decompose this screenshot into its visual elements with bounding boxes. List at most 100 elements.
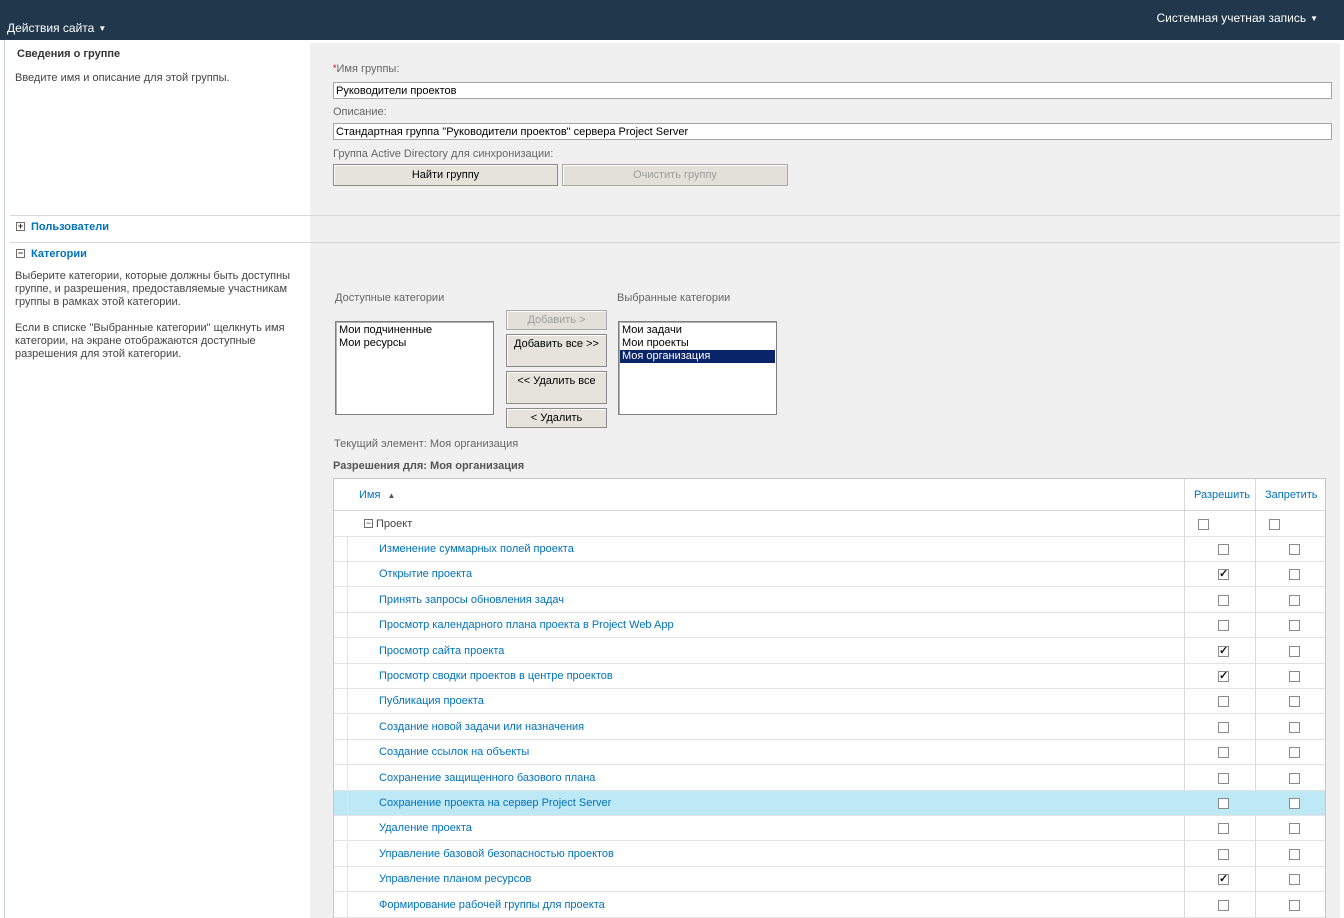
allow-checkbox[interactable]: [1218, 567, 1229, 581]
group-name-input[interactable]: [333, 82, 1332, 99]
add-all-button[interactable]: Добавить все >>: [506, 334, 607, 367]
allow-checkbox[interactable]: [1218, 594, 1229, 606]
allow-checkbox[interactable]: [1218, 823, 1229, 835]
categories-description-1: Выберите категории, которые должны быть …: [15, 270, 291, 308]
collapse-icon[interactable]: −: [364, 519, 373, 528]
deny-checkbox[interactable]: [1289, 569, 1300, 581]
ad-group-label: Группа Active Directory для синхронизаци…: [333, 148, 554, 160]
table-row: Управление базовой безопасностью проекто…: [334, 841, 1325, 867]
left-border: [4, 40, 5, 918]
add-button[interactable]: Добавить >: [506, 310, 607, 330]
available-categories-list[interactable]: Мои подчиненные Мои ресурсы: [335, 321, 494, 415]
account-menu[interactable]: Системная учетная запись ▼: [1157, 11, 1319, 25]
deny-checkbox[interactable]: [1289, 645, 1300, 657]
description-input[interactable]: [333, 123, 1332, 140]
deny-checkbox[interactable]: [1289, 594, 1300, 606]
table-row: Создание новой задачи или назначения: [334, 714, 1325, 740]
users-section-toggle[interactable]: + Пользователи: [16, 221, 109, 233]
list-item[interactable]: Мои подчиненные: [337, 324, 492, 337]
list-item[interactable]: Мои ресурсы: [337, 337, 492, 350]
selected-categories-label: Выбранные категории: [617, 292, 731, 304]
allow-checkbox[interactable]: [1218, 899, 1229, 911]
row-indent: [334, 841, 348, 866]
column-header-deny[interactable]: Запретить: [1265, 489, 1318, 501]
table-row: Формирование рабочей группы для проекта: [334, 892, 1325, 918]
allow-checkbox[interactable]: [1218, 721, 1229, 733]
table-row: Сохранение защищенного базового плана: [334, 765, 1325, 791]
allow-all-checkbox[interactable]: [1198, 519, 1209, 530]
deny-checkbox[interactable]: [1289, 544, 1300, 555]
clear-group-button[interactable]: Очистить группу: [562, 164, 788, 186]
deny-checkbox[interactable]: [1289, 772, 1300, 784]
row-indent: [334, 892, 348, 917]
sort-ascending-icon: ▲: [387, 491, 396, 500]
group-row-project: − Проект: [334, 512, 1325, 537]
table-row: Изменение суммарных полей проекта: [334, 537, 1325, 562]
allow-checkbox[interactable]: [1218, 798, 1229, 809]
collapse-icon: −: [16, 248, 25, 258]
allow-checkbox[interactable]: [1218, 696, 1229, 708]
row-indent: [334, 740, 348, 765]
deny-checkbox[interactable]: [1289, 798, 1300, 809]
remove-all-button[interactable]: << Удалить все: [506, 371, 607, 404]
row-indent: [334, 613, 348, 638]
list-item-selected[interactable]: Моя организация: [620, 350, 775, 363]
permission-name: Сохранение защищенного базового плана: [379, 771, 596, 784]
allow-checkbox[interactable]: [1218, 747, 1229, 759]
deny-checkbox[interactable]: [1289, 696, 1300, 708]
allow-checkbox[interactable]: [1218, 848, 1229, 860]
allow-checkbox[interactable]: [1218, 872, 1229, 886]
divider: [10, 242, 1340, 243]
table-row: Удаление проекта: [334, 816, 1325, 842]
row-indent: [334, 587, 348, 612]
deny-checkbox[interactable]: [1289, 620, 1300, 632]
selected-categories-list[interactable]: Мои задачи Мои проекты Моя организация: [618, 321, 777, 415]
row-indent: [334, 689, 348, 714]
permission-name: Создание ссылок на объекты: [379, 746, 530, 759]
table-row: Публикация проекта: [334, 689, 1325, 715]
allow-checkbox[interactable]: [1218, 544, 1229, 555]
deny-checkbox[interactable]: [1289, 671, 1300, 682]
group-row-label: Проект: [376, 518, 413, 530]
find-group-button[interactable]: Найти группу: [333, 164, 558, 186]
permission-name: Удаление проекта: [379, 822, 472, 835]
group-info-description: Введите имя и описание для этой группы.: [15, 72, 230, 84]
table-row: Просмотр сводки проектов в центре проект…: [334, 664, 1325, 689]
deny-checkbox[interactable]: [1289, 823, 1300, 835]
list-item[interactable]: Мои проекты: [620, 337, 775, 350]
group-name-label: *Имя группы:: [333, 63, 399, 75]
table-row: Принять запросы обновления задач: [334, 587, 1325, 613]
deny-checkbox[interactable]: [1289, 721, 1300, 733]
allow-checkbox[interactable]: [1218, 620, 1229, 632]
row-indent: [334, 562, 348, 587]
table-row: Управление планом ресурсов: [334, 867, 1325, 893]
permissions-for-value: Моя организация: [430, 460, 525, 472]
permissions-grid: Имя ▲ Разрешить Запретить − Проект Измен…: [333, 478, 1326, 918]
deny-checkbox[interactable]: [1289, 747, 1300, 759]
deny-checkbox[interactable]: [1289, 848, 1300, 860]
deny-all-checkbox[interactable]: [1269, 519, 1280, 530]
row-indent: [334, 714, 348, 739]
allow-checkbox[interactable]: [1218, 772, 1229, 784]
allow-checkbox[interactable]: [1218, 644, 1229, 657]
site-actions-label: Действия сайта: [7, 21, 95, 35]
permission-name: Открытие проекта: [379, 568, 473, 581]
permission-name: Публикация проекта: [379, 695, 484, 708]
row-indent: [334, 765, 348, 790]
deny-checkbox[interactable]: [1289, 874, 1300, 886]
categories-description-2: Если в списке "Выбранные категории" щелк…: [15, 322, 285, 360]
column-header-name[interactable]: Имя ▲: [359, 489, 395, 501]
list-item[interactable]: Мои задачи: [620, 324, 775, 337]
table-row: Открытие проекта: [334, 562, 1325, 588]
remove-button[interactable]: < Удалить: [506, 408, 607, 428]
site-actions-menu[interactable]: Действия сайта ▼: [7, 21, 106, 35]
deny-checkbox[interactable]: [1289, 899, 1300, 911]
expand-icon: +: [16, 221, 25, 231]
row-indent: [334, 867, 348, 892]
divider: [10, 215, 1340, 216]
allow-checkbox[interactable]: [1218, 669, 1229, 682]
row-indent: [334, 664, 348, 688]
table-row: Создание ссылок на объекты: [334, 740, 1325, 766]
categories-section-toggle[interactable]: − Категории: [16, 248, 87, 260]
column-header-allow[interactable]: Разрешить: [1194, 489, 1250, 501]
